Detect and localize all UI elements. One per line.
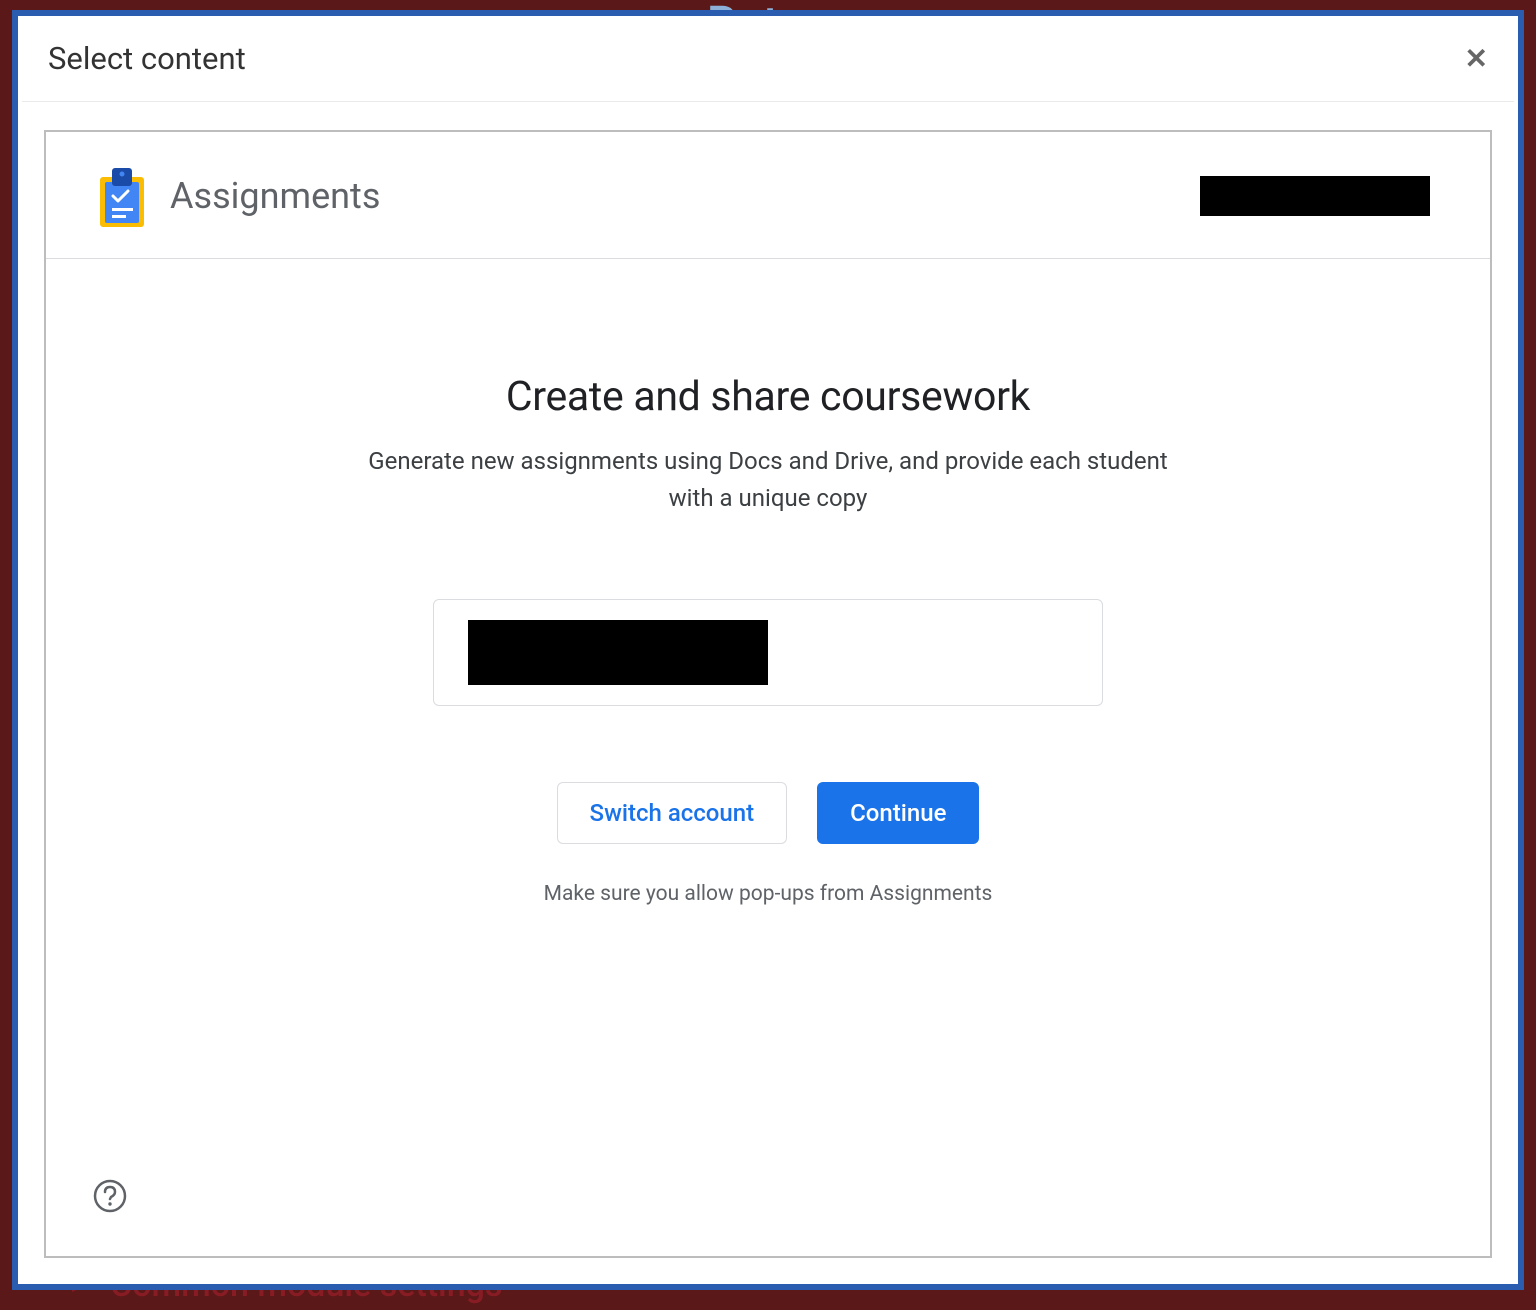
main-content: Create and share coursework Generate new… [46, 259, 1490, 1256]
assignments-brand: Assignments [96, 164, 380, 228]
close-icon[interactable]: ✕ [1465, 45, 1488, 73]
assignments-header: Assignments [46, 132, 1490, 259]
popup-hint: Make sure you allow pop-ups from Assignm… [544, 882, 993, 906]
redacted-user-info [1200, 176, 1430, 216]
select-content-modal: Select content ✕ Assignments [22, 22, 1514, 1280]
switch-account-button[interactable]: Switch account [557, 782, 788, 844]
page-heading: Create and share coursework [506, 373, 1030, 421]
page-subheading: Generate new assignments using Docs and … [358, 443, 1178, 517]
continue-button[interactable]: Continue [817, 782, 979, 844]
account-selector[interactable] [433, 599, 1103, 706]
modal-header: Select content ✕ [22, 22, 1514, 102]
assignments-label: Assignments [170, 175, 380, 217]
button-row: Switch account Continue [557, 782, 980, 844]
help-icon[interactable] [92, 1178, 128, 1214]
redacted-account-email [468, 620, 768, 685]
modal-title: Select content [48, 40, 246, 77]
frame-container: Assignments Create and share coursework … [22, 102, 1514, 1280]
assignments-icon [96, 164, 148, 228]
assignments-frame: Assignments Create and share coursework … [44, 130, 1492, 1258]
